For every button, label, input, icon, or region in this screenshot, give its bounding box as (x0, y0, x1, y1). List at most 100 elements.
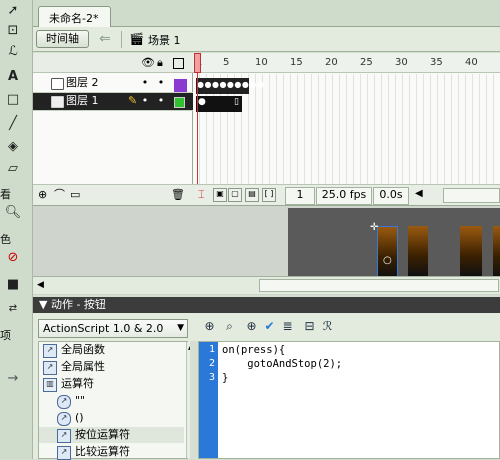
edit-multiple-frames-icon[interactable]: ▤ (245, 188, 259, 202)
book-icon: ↗ (43, 344, 57, 358)
lock-icon[interactable]: 🔒︎ (157, 56, 163, 70)
eraser-icon[interactable]: ▱ (2, 160, 24, 178)
stage-area[interactable]: ○ ✛ ◀ (33, 205, 500, 295)
stage-canvas[interactable]: ○ ✛ (288, 208, 500, 278)
playhead-line (197, 73, 198, 184)
tree-item-label: "" (75, 394, 86, 407)
registration-point-icon: ○ (383, 255, 392, 266)
auto-format-icon[interactable]: ≣ (279, 318, 296, 335)
ruler-tick: 25 (360, 57, 373, 68)
code-line[interactable]: } (222, 372, 228, 384)
actions-panel-title[interactable]: ▼ 动作 - 按钮 (33, 297, 500, 313)
line-number-gutter: 1 2 3 (199, 342, 218, 458)
layer-color-swatch[interactable] (174, 79, 187, 92)
paint-bucket-icon[interactable]: ◈ (2, 138, 24, 156)
document-tab-bar: 未命名-2* (33, 0, 500, 27)
ruler-tick: 30 (395, 57, 408, 68)
open-book-icon: ▥ (43, 378, 57, 392)
language-select[interactable]: ActionScript 1.0 & 2.0 ▼ (38, 319, 188, 338)
tree-item[interactable]: ↗ "" (39, 393, 184, 409)
subselect-icon[interactable]: ⊡ (2, 22, 24, 40)
brush-tool-icon[interactable]: ╱ (2, 115, 24, 133)
layer-color-swatch[interactable] (174, 97, 185, 108)
button-symbol[interactable] (493, 226, 500, 276)
tree-item-label: () (75, 411, 84, 424)
add-item-icon[interactable]: ⊕ (201, 318, 218, 335)
stage-scrollbar[interactable]: ◀ (33, 276, 500, 294)
stage-scroll-thumb[interactable] (259, 279, 499, 292)
keyframes-layer-2[interactable]: ●●●●●●●●● (196, 78, 264, 94)
transform-point-icon: ✛ (370, 222, 379, 233)
eye-icon[interactable]: 👁︎ (141, 56, 155, 70)
tree-item[interactable]: ↗ 全局属性 (39, 359, 184, 375)
center-frame-icon[interactable]: ⌶ (198, 188, 205, 202)
layer-icon (51, 96, 64, 108)
layer-row-1[interactable]: 图层 1 ✎ • • (33, 93, 193, 111)
outline-icon[interactable] (173, 58, 184, 69)
no-color-icon[interactable]: ⊘ (2, 249, 24, 267)
check-syntax-icon[interactable]: ✔ (261, 318, 278, 335)
fill-color-icon[interactable]: ■ (2, 276, 24, 294)
selected-button-symbol[interactable]: ○ (377, 226, 398, 278)
debug-options-icon[interactable]: ℛ (319, 318, 336, 335)
back-arrow-icon[interactable]: ⇐ (95, 29, 115, 49)
tree-item-label: 全局属性 (61, 360, 105, 373)
button-symbol[interactable] (460, 226, 482, 276)
find-icon[interactable]: ⌕ (221, 318, 238, 335)
script-editor[interactable]: 1 2 3 on(press){ gotoAndStop(2); } (198, 341, 500, 459)
onion-outline-icon[interactable]: ▢ (228, 188, 242, 202)
playhead[interactable] (194, 53, 201, 73)
tree-item[interactable]: ↗ 全局函数 (39, 342, 184, 358)
layer-footer: ⊕ ⌒ ▭ 🗑︎ (33, 184, 193, 205)
layer-row-2[interactable]: 图层 2 • • (33, 75, 193, 93)
code-line[interactable]: on(press){ (222, 344, 285, 356)
swap-colors-icon[interactable]: ⇄ (2, 300, 24, 318)
trash-icon[interactable]: 🗑︎ (171, 188, 185, 202)
modify-onion-markers-icon[interactable]: [ ] (262, 188, 276, 202)
lock-dot[interactable]: • (157, 93, 165, 109)
frame-rate-field[interactable]: 25.0 fps (316, 187, 372, 205)
insert-folder-icon[interactable]: ▭ (70, 188, 80, 202)
add-guide-icon[interactable]: ⌒ (54, 188, 65, 202)
panel-splitter[interactable] (190, 341, 198, 459)
code-hint-icon[interactable]: ⊟ (301, 318, 318, 335)
text-tool-icon[interactable]: A (2, 68, 24, 86)
timeline-toggle-button[interactable]: 时间轴 (36, 30, 89, 48)
tree-item[interactable]: ↗ () (39, 410, 184, 426)
tree-item[interactable]: ↗ 比较运算符 (39, 444, 184, 460)
frame-grid[interactable]: ●●●●●●●●● ● ▯ (193, 74, 500, 184)
scroll-left-arrow-icon[interactable]: ◀ (37, 280, 44, 290)
ruler-tick: 35 (430, 57, 443, 68)
scroll-left-arrow-icon[interactable]: ◀ (415, 188, 423, 199)
rectangle-tool-icon[interactable]: □ (2, 91, 24, 109)
insert-layer-icon[interactable]: ⊕ (38, 188, 47, 202)
book-icon: ↗ (57, 446, 71, 460)
lasso-icon[interactable]: ℒ (2, 43, 24, 61)
visibility-dot[interactable]: • (141, 93, 149, 109)
onion-skin-icon[interactable]: ▣ (213, 188, 227, 202)
ruler-tick: 15 (290, 57, 303, 68)
keyframes-layer-1[interactable]: ● ▯ (196, 96, 242, 112)
frames-area[interactable]: 1 5 10 15 20 25 30 35 40 ●●●●●●●●● ● ▯ ⌶… (193, 53, 500, 205)
ruler-tick: 20 (325, 57, 338, 68)
keyframe-dots: ●●●●●●●●● (197, 80, 265, 89)
lock-dot[interactable]: • (157, 75, 165, 91)
button-symbol[interactable] (408, 226, 428, 276)
tree-item[interactable]: ↗ 按位运算符 (39, 427, 184, 443)
visibility-dot[interactable]: • (141, 75, 149, 91)
action-icon: ↗ (57, 395, 71, 409)
current-frame-field: 1 (285, 187, 315, 205)
frame-ruler[interactable]: 1 5 10 15 20 25 30 35 40 (193, 53, 500, 73)
selection-arrow-icon[interactable]: ➚ (2, 2, 24, 20)
tools-panel: ➚ ⊡ ℒ A □ ╱ ◈ ▱ 看 🔍︎ 色 ⊘ ■ ⇄ 项 → (0, 0, 33, 459)
tree-item-label: 比较运算符 (75, 445, 130, 458)
zoom-icon[interactable]: 🔍︎ (2, 204, 24, 222)
tree-item-label: 全局函数 (61, 343, 105, 356)
code-line[interactable]: gotoAndStop(2); (222, 358, 342, 370)
document-tab[interactable]: 未命名-2* (38, 6, 112, 27)
tree-item[interactable]: ▥ 运算符 (39, 376, 184, 392)
scene-icon: 🎬︎ (129, 32, 145, 46)
insert-target-path-icon[interactable]: ⊕ (243, 318, 260, 335)
timeline-scrollbar[interactable] (443, 188, 500, 203)
collapse-arrow-icon[interactable]: → (2, 370, 24, 388)
